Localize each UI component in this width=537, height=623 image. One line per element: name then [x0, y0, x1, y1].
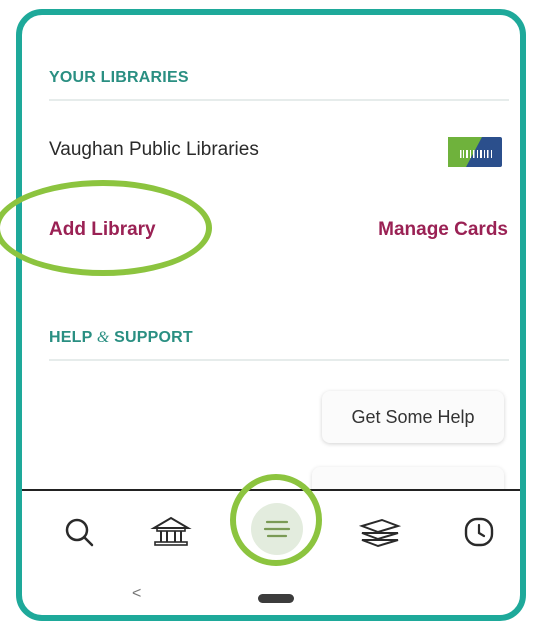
your-libraries-heading: YOUR LIBRARIES	[49, 69, 189, 86]
help-heading-word: HELP	[49, 329, 93, 346]
library-card-thumbnail-icon[interactable]	[448, 137, 502, 167]
manage-cards-link[interactable]: Manage Cards	[378, 219, 508, 241]
help-support-heading: HELP & SUPPORT	[49, 329, 193, 347]
highlight-ring-menu	[230, 474, 322, 566]
system-home-indicator[interactable]	[258, 594, 294, 603]
library-icon[interactable]	[150, 515, 192, 549]
support-heading-word: SUPPORT	[114, 329, 193, 346]
shelf-icon[interactable]	[358, 515, 402, 549]
search-icon[interactable]	[62, 515, 96, 549]
ampersand: &	[96, 329, 110, 346]
divider	[49, 99, 509, 101]
activity-clock-icon[interactable]	[462, 515, 496, 549]
highlight-ring-add-library	[0, 180, 212, 276]
system-back-icon[interactable]: <	[132, 585, 141, 603]
library-name[interactable]: Vaughan Public Libraries	[49, 139, 259, 161]
get-help-button[interactable]: Get Some Help	[322, 391, 504, 443]
divider	[49, 359, 509, 361]
